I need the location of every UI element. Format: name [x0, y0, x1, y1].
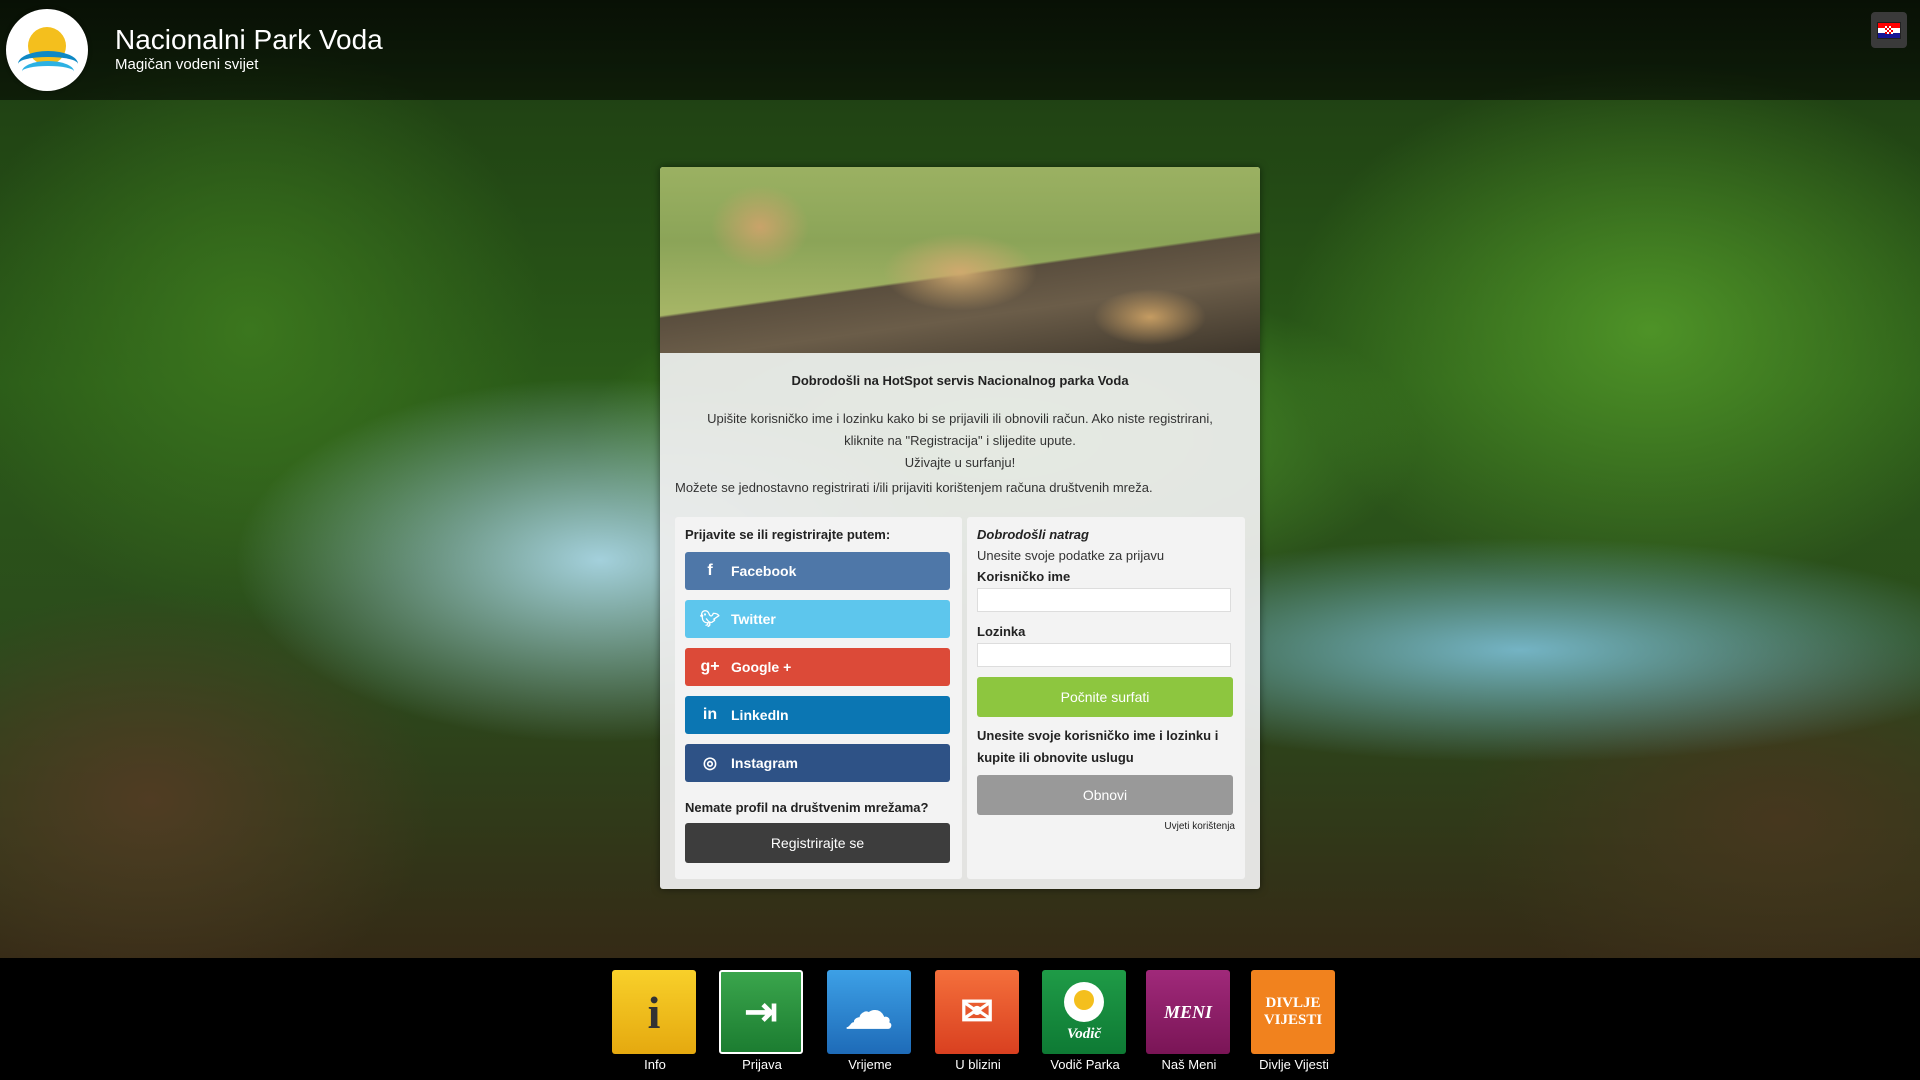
no-profile-text: Nemate profil na društvenim mrežama?: [685, 800, 929, 815]
language-selector[interactable]: [1871, 12, 1907, 48]
wild-news-icon: DIVLJE VIJESTI: [1251, 970, 1335, 1054]
nav-tile-login[interactable]: ⇥ Prijava: [719, 970, 805, 1072]
site-title: Nacionalni Park Voda: [115, 24, 383, 55]
site-subtitle: Magičan vodeni svijet: [115, 56, 259, 73]
park-logo[interactable]: [6, 9, 88, 91]
social-note: Možete se jednostavno registrirati i/ili…: [675, 480, 1153, 495]
site-header: Nacionalni Park Voda Magičan vodeni svij…: [0, 0, 1920, 100]
password-label: Lozinka: [977, 624, 1026, 639]
park-guide-icon: Vodič: [1042, 970, 1126, 1054]
linkedin-icon: in: [702, 706, 718, 723]
nav-tile-weather[interactable]: ☁ Vrijeme: [827, 970, 913, 1072]
google-plus-button[interactable]: g+ Google +: [685, 648, 950, 686]
enter-details-text: Unesite svoje podatke za prijavu: [977, 548, 1165, 563]
credentials-panel: Dobrodošli natrag Unesite svoje podatke …: [967, 517, 1245, 879]
nav-label-login: Prijava: [742, 1057, 782, 1072]
login-icon: ⇥: [719, 970, 803, 1054]
instructions-line-2: kliknite na "Registracija" i slijedite u…: [844, 433, 1076, 448]
facebook-icon: f: [707, 562, 713, 579]
twitter-button[interactable]: 🐦︎ Twitter: [685, 600, 950, 638]
twitter-label: Twitter: [731, 611, 776, 627]
terms-link[interactable]: Uvjeti korištenja: [977, 821, 1235, 832]
guide-icon-text: Vodič: [1066, 1025, 1102, 1042]
nav-label-menu: Naš Meni: [1161, 1057, 1217, 1072]
google-plus-icon: g+: [700, 658, 720, 675]
renew-note: Unesite svoje korisničko ime i lozinku i…: [977, 728, 1219, 765]
menu-icon: MENI: [1146, 970, 1230, 1054]
nav-tile-info[interactable]: i Info: [612, 970, 698, 1072]
login-card: Dobrodošli na HotSpot servis Nacionalnog…: [660, 167, 1260, 889]
nav-tile-guide[interactable]: Vodič Vodič Parka: [1042, 970, 1128, 1072]
logo-wave-icon-secondary: [22, 61, 74, 82]
news-icon-line-2: VIJESTI: [1263, 1012, 1323, 1028]
username-input[interactable]: [977, 588, 1231, 612]
nav-label-guide: Vodič Parka: [1050, 1057, 1120, 1072]
instagram-label: Instagram: [731, 755, 798, 771]
renew-button[interactable]: Obnovi: [977, 775, 1233, 815]
password-input[interactable]: [977, 643, 1231, 667]
welcome-heading: Dobrodošli na HotSpot servis Nacionalnog…: [791, 373, 1129, 388]
nav-tile-nearby[interactable]: ✉ U blizini: [935, 970, 1021, 1072]
croatia-flag-icon: [1877, 21, 1901, 39]
twitter-icon: 🐦︎: [699, 611, 721, 628]
instructions-text: Upišite korisničko ime i lozinku kako bi…: [675, 408, 1245, 474]
nav-label-nearby: U blizini: [955, 1057, 1001, 1072]
google-plus-label: Google +: [731, 659, 792, 675]
social-heading: Prijavite se ili registrirajte putem:: [685, 527, 891, 542]
facebook-label: Facebook: [731, 563, 797, 579]
nearby-icon: ✉: [935, 970, 1019, 1054]
instagram-icon: ◎: [703, 755, 717, 772]
start-surfing-button[interactable]: Počnite surfati: [977, 677, 1233, 717]
linkedin-button[interactable]: in LinkedIn: [685, 696, 950, 734]
nav-label-news: Divlje Vijesti: [1259, 1057, 1329, 1072]
weather-icon: ☁: [827, 970, 911, 1054]
nav-tile-menu[interactable]: MENI Naš Meni: [1146, 970, 1232, 1072]
nav-tile-news[interactable]: DIVLJE VIJESTI Divlje Vijesti: [1251, 970, 1337, 1072]
register-button[interactable]: Registrirajte se: [685, 823, 950, 863]
info-icon: i: [612, 970, 696, 1054]
instructions-line-1: Upišite korisničko ime i lozinku kako bi…: [707, 411, 1213, 426]
social-login-panel: Prijavite se ili registrirajte putem: f …: [675, 517, 962, 879]
lynx-hero-image: [660, 167, 1260, 353]
news-icon-line-1: DIVLJE: [1265, 995, 1321, 1011]
nav-label-weather: Vrijeme: [848, 1057, 892, 1072]
username-label: Korisničko ime: [977, 569, 1071, 584]
bottom-nav: i Info ⇥ Prijava ☁ Vrijeme ✉ U blizini V…: [0, 958, 1920, 1080]
nav-label-info: Info: [644, 1057, 666, 1072]
instagram-button[interactable]: ◎ Instagram: [685, 744, 950, 782]
linkedin-label: LinkedIn: [731, 707, 789, 723]
instructions-line-3: Uživajte u surfanju!: [904, 455, 1016, 470]
welcome-back-heading: Dobrodošli natrag: [977, 527, 1089, 542]
facebook-button[interactable]: f Facebook: [685, 552, 950, 590]
